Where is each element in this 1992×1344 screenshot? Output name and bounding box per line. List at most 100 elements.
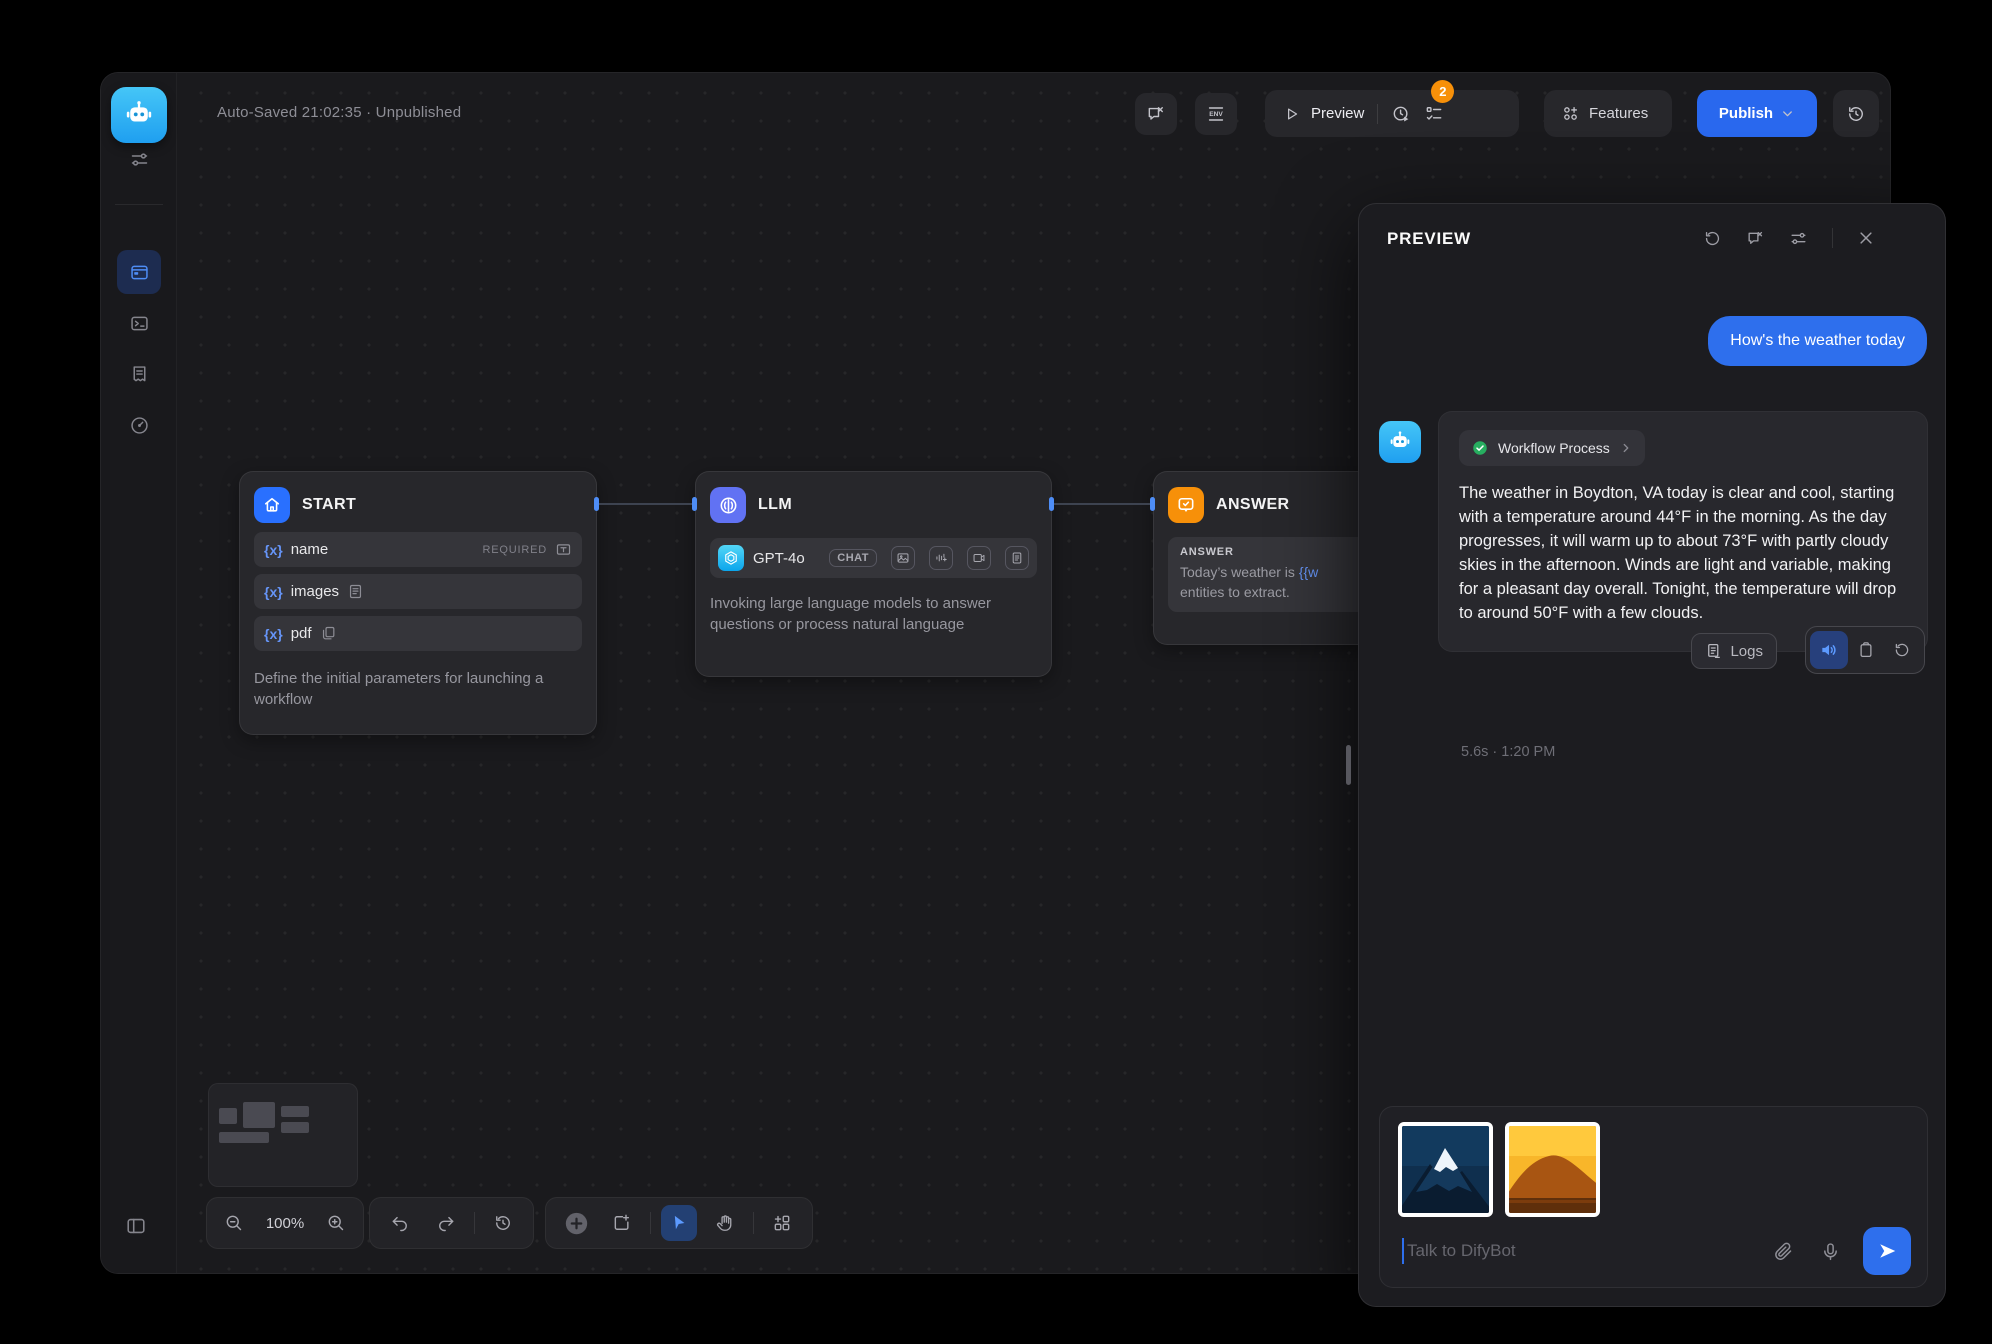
node-start-title: START (302, 496, 356, 514)
sidebar-item-terminal[interactable] (117, 301, 161, 345)
message-meta: 5.6s · 1:20 PM (1461, 744, 1555, 760)
play-icon (1283, 105, 1301, 123)
zoom-toolbar: 100% (206, 1197, 364, 1249)
chat-variable-icon (1146, 104, 1166, 124)
organize-nodes-button[interactable] (764, 1205, 800, 1241)
check-circle-icon (1471, 439, 1489, 457)
env-icon: ENV (1205, 103, 1227, 125)
canvas-minimap[interactable] (208, 1083, 358, 1187)
text-input-type-icon (555, 541, 572, 558)
checklist-button[interactable]: 2 (1424, 104, 1444, 124)
checklist-count-badge: 2 (1431, 80, 1454, 103)
variables-button[interactable] (1135, 93, 1177, 135)
env-variables-button[interactable]: ENV (1195, 93, 1237, 135)
start-field-pdf[interactable]: {x} pdf (254, 616, 582, 651)
files-type-icon (320, 625, 337, 642)
vision-capability-icon (891, 546, 915, 570)
add-note-button[interactable] (604, 1205, 640, 1241)
sidebar-divider (115, 204, 163, 205)
restart-conversation-button[interactable] (1703, 229, 1722, 248)
node-llm-title: LLM (758, 496, 792, 514)
start-field-name[interactable]: {x} name REQUIRED (254, 532, 582, 567)
node-start-header: START (254, 487, 582, 523)
workflow-process-label: Workflow Process (1498, 440, 1610, 456)
node-answer-title: ANSWER (1216, 496, 1290, 514)
zoom-level[interactable]: 100% (259, 1215, 311, 1232)
chat-input[interactable] (1407, 1241, 1747, 1261)
clock-play-icon (1391, 104, 1411, 124)
close-panel-button[interactable] (1857, 229, 1875, 247)
edge-llm-answer (1053, 503, 1152, 505)
sidebar-item-monitoring[interactable] (117, 403, 161, 447)
send-button[interactable] (1863, 1227, 1911, 1275)
logs-label: Logs (1730, 643, 1763, 660)
attached-image-mountain-night[interactable] (1398, 1122, 1493, 1217)
history-icon (1846, 104, 1866, 124)
features-label: Features (1589, 105, 1648, 122)
port-answer-in[interactable] (1150, 497, 1155, 511)
openai-logo-icon (718, 545, 744, 571)
run-history-button[interactable] (1391, 104, 1411, 124)
video-capability-icon (967, 546, 991, 570)
version-history-button[interactable] (1833, 90, 1879, 137)
edge-start-llm (598, 503, 694, 505)
chevron-right-icon (1619, 441, 1633, 455)
node-llm-description: Invoking large language models to answer… (710, 593, 1037, 635)
copy-button[interactable] (1848, 631, 1884, 669)
sidebar (101, 73, 177, 1273)
collapse-panel-icon (125, 1215, 147, 1237)
attached-image-mountain-sunset[interactable] (1505, 1122, 1600, 1217)
edit-toolbar (545, 1197, 813, 1249)
hand-mode-button[interactable] (707, 1205, 743, 1241)
logs-icon (1705, 642, 1723, 660)
publish-button[interactable]: Publish (1697, 90, 1817, 137)
sidebar-item-logs[interactable] (117, 352, 161, 396)
preview-panel-actions (1703, 228, 1875, 248)
node-start[interactable]: START {x} name REQUIRED {x} images (239, 471, 597, 735)
screen: Auto-Saved 21:02:35 · Unpublished ENV Pr… (0, 0, 1992, 1344)
send-icon (1876, 1240, 1898, 1262)
redo-button[interactable] (428, 1205, 464, 1241)
clear-chat-button[interactable] (1746, 229, 1765, 248)
actions-divider (1832, 228, 1833, 248)
variable-icon: {x} (264, 626, 283, 642)
refresh-icon (1893, 641, 1911, 659)
port-llm-in[interactable] (692, 497, 697, 511)
collapse-sidebar-button[interactable] (125, 1215, 147, 1237)
run-controls-group: Preview 2 (1265, 90, 1519, 137)
node-start-description: Define the initial parameters for launch… (254, 668, 582, 710)
llm-model-selector[interactable]: GPT-4o CHAT (710, 538, 1037, 578)
audio-capability-icon (929, 546, 953, 570)
undo-button[interactable] (382, 1205, 418, 1241)
panel-resize-handle[interactable] (1346, 745, 1351, 785)
features-button[interactable]: Features (1544, 90, 1672, 137)
port-start-out[interactable] (594, 497, 599, 511)
publish-label: Publish (1719, 105, 1773, 122)
workflow-process-toggle[interactable]: Workflow Process (1459, 430, 1645, 466)
zoom-out-button[interactable] (219, 1205, 249, 1241)
change-history-button[interactable] (485, 1205, 521, 1241)
composer-row (1402, 1225, 1911, 1277)
read-aloud-button[interactable] (1810, 631, 1848, 669)
checklist-icon (1424, 104, 1444, 124)
chat-settings-button[interactable] (1789, 229, 1808, 248)
preview-run-button[interactable]: Preview (1283, 105, 1364, 123)
attach-file-button[interactable] (1773, 1241, 1794, 1262)
regenerate-button[interactable] (1884, 631, 1920, 669)
workflow-settings-button[interactable] (117, 137, 161, 181)
chat-mode-badge: CHAT (829, 549, 877, 567)
zoom-in-button[interactable] (321, 1205, 351, 1241)
add-node-button[interactable] (558, 1205, 594, 1241)
logs-button[interactable]: Logs (1691, 633, 1777, 669)
app-logo[interactable] (111, 87, 167, 143)
node-llm[interactable]: LLM GPT-4o CHAT (695, 471, 1052, 677)
port-llm-out[interactable] (1049, 497, 1054, 511)
start-field-images[interactable]: {x} images (254, 574, 582, 609)
robot-icon (122, 98, 156, 132)
gauge-icon (129, 415, 150, 436)
llm-model-name: GPT-4o (753, 550, 805, 567)
sidebar-item-orchestrate[interactable] (117, 250, 161, 294)
window-icon (129, 262, 150, 283)
pointer-mode-button[interactable] (661, 1205, 697, 1241)
voice-input-button[interactable] (1820, 1241, 1841, 1262)
